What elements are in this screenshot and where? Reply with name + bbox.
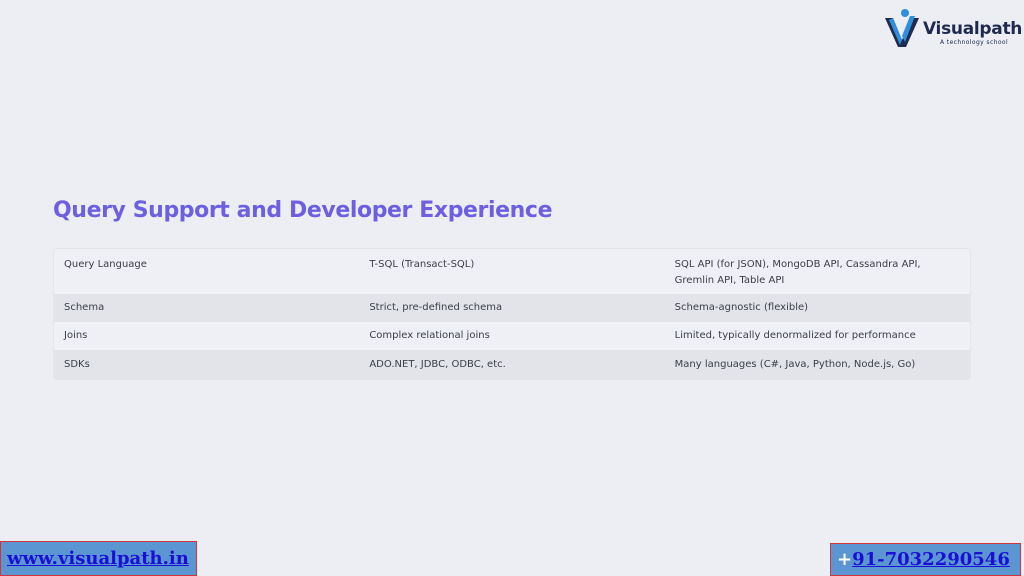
brand-tagline: A technology school: [940, 39, 1009, 46]
table-row: Joins Complex relational joins Limited, …: [54, 322, 970, 350]
table-row: SDKs ADO.NET, JDBC, ODBC, etc. Many lang…: [54, 350, 970, 379]
brand-name: Visualpath: [923, 19, 1023, 39]
table-cell: ADO.NET, JDBC, ODBC, etc.: [369, 358, 506, 370]
slide: Visualpath A technology school Query Sup…: [0, 0, 1024, 576]
table-cell: Schema: [64, 302, 105, 313]
table-cell: Complex relational joins: [369, 330, 490, 341]
table-cell: Strict, pre-defined schema: [369, 302, 503, 313]
table-cell: Joins: [64, 330, 88, 341]
table-row: Schema Strict, pre-defined schema Schema…: [54, 294, 970, 322]
visualpath-logo-icon: [885, 9, 919, 47]
website-link[interactable]: www.visualpath.in: [7, 548, 189, 569]
table-cell: Many languages (C#, Java, Python, Node.j…: [674, 358, 916, 370]
phone-box: + 91-7032290546: [830, 543, 1021, 576]
table-cell: Schema-agnostic (flexible): [674, 302, 809, 313]
brand-logo: Visualpath A technology school: [884, 8, 1022, 48]
comparison-table: Query Language T-SQL (Transact-SQL) SQL …: [53, 248, 971, 380]
phone-link[interactable]: 91-7032290546: [852, 549, 1010, 570]
table-cell: Query Language: [64, 259, 147, 270]
table-row: Query Language T-SQL (Transact-SQL) SQL …: [54, 249, 970, 294]
table-cell: Limited, typically denormalized for perf…: [674, 330, 916, 341]
table-cell: SDKs: [64, 358, 90, 370]
table-cell: T-SQL (Transact-SQL): [369, 259, 475, 270]
page-title: Query Support and Developer Experience: [53, 198, 553, 223]
table-cell: SQL API (for JSON), MongoDB API, Cassand…: [674, 259, 921, 286]
website-box: www.visualpath.in: [0, 541, 197, 576]
phone-prefix: +: [837, 549, 853, 570]
